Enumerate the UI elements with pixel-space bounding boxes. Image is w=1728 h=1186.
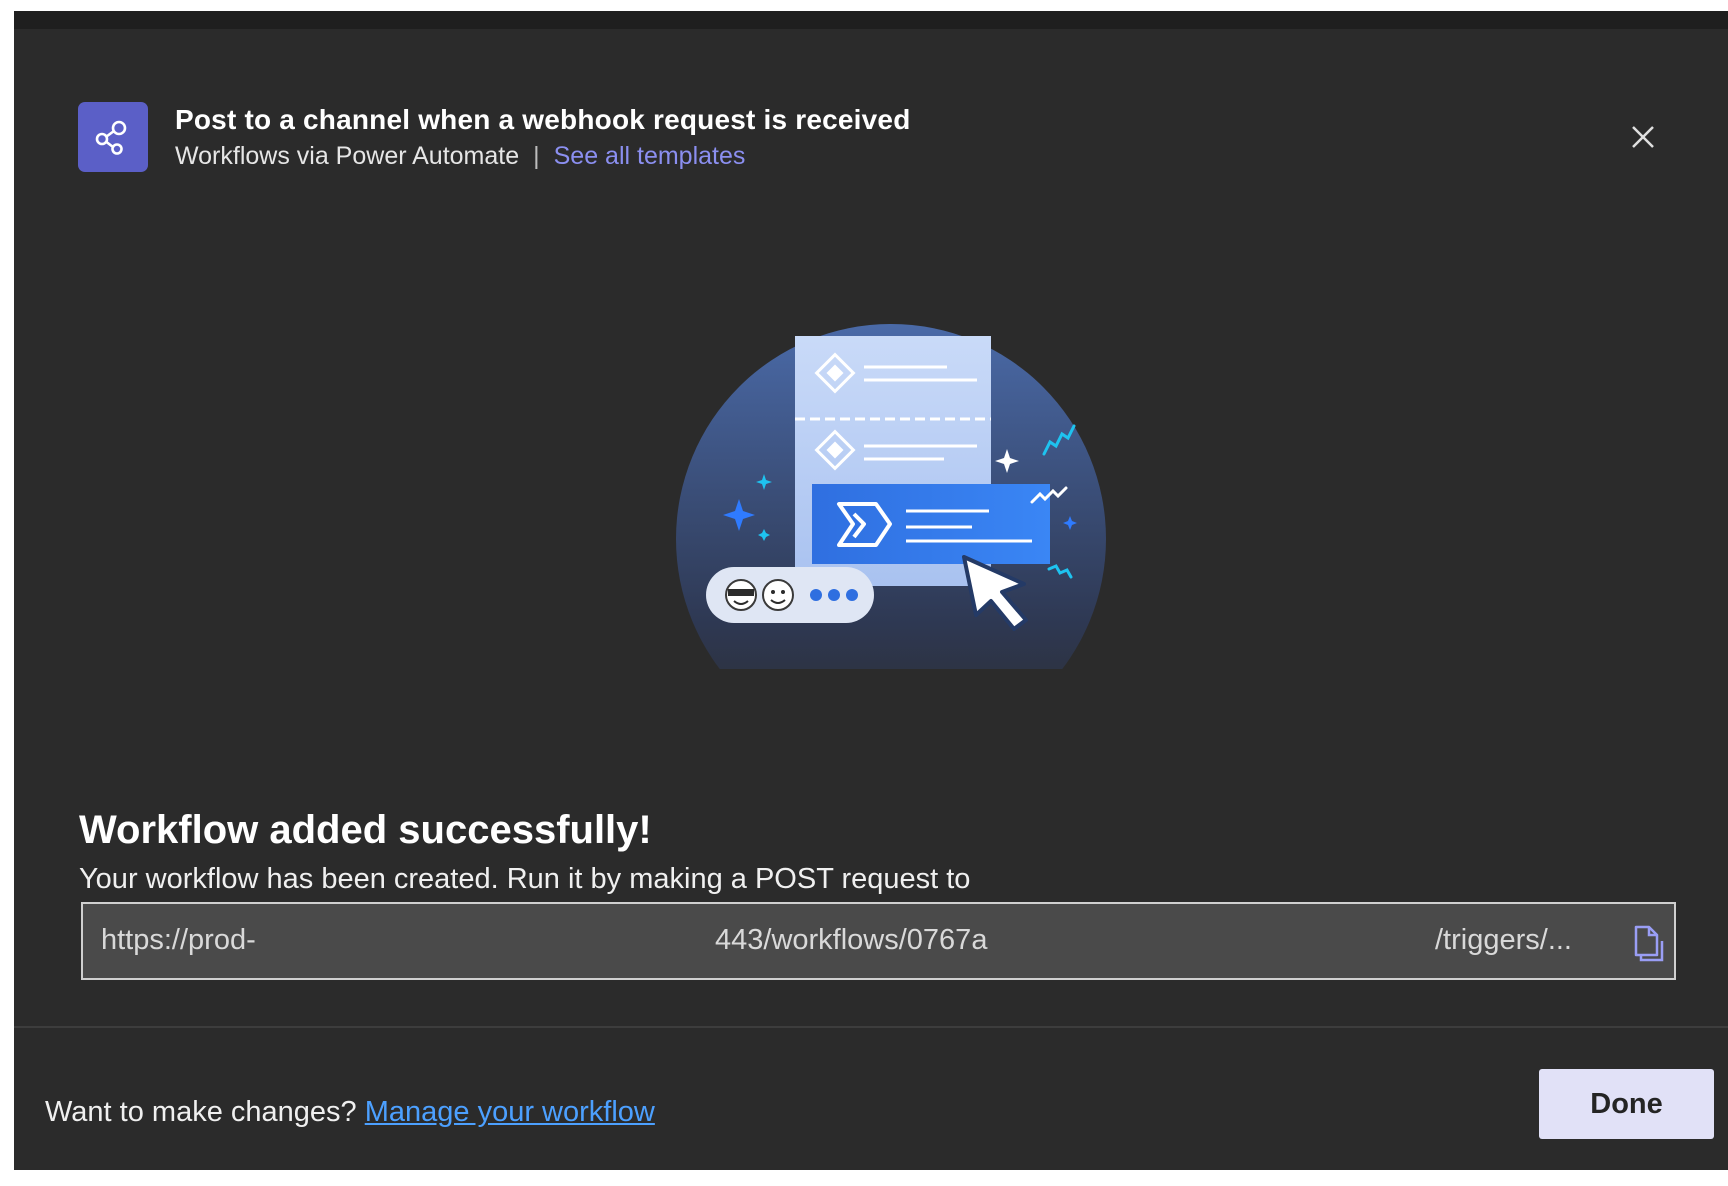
url-part-path: 443/workflows/0767a xyxy=(715,924,988,956)
workflow-dialog: Post to a channel when a webhook request… xyxy=(14,11,1728,1170)
footer-divider xyxy=(14,1026,1728,1028)
close-icon xyxy=(1632,126,1654,148)
webhook-url-field[interactable]: https://prod- 443/workflows/0767a /trigg… xyxy=(81,902,1676,980)
url-part-prefix: https://prod- xyxy=(101,924,256,956)
close-button[interactable] xyxy=(1623,117,1663,157)
dialog-title: Post to a channel when a webhook request… xyxy=(175,104,911,135)
url-part-trigger: /triggers/... xyxy=(1435,924,1572,956)
copy-icon xyxy=(1634,925,1664,962)
success-description: Your workflow has been created. Run it b… xyxy=(79,863,971,895)
see-all-templates-link[interactable]: See all templates xyxy=(554,142,746,170)
success-title: Workflow added successfully! xyxy=(79,808,652,852)
footer-prompt: Want to make changes? Manage your workfl… xyxy=(45,1096,655,1129)
workflow-illustration xyxy=(676,324,1106,669)
share-nodes-icon xyxy=(78,102,148,172)
dialog-header: Post to a channel when a webhook request… xyxy=(14,29,1728,194)
source-label: Workflows via Power Automate xyxy=(175,142,520,170)
footer-prompt-label: Want to make changes? xyxy=(45,1096,357,1128)
done-button[interactable]: Done xyxy=(1539,1069,1714,1139)
subtitle-separator: | xyxy=(533,142,540,170)
copy-url-button[interactable] xyxy=(1627,921,1667,963)
dialog-subtitle: Workflows via Power Automate | See all tem… xyxy=(175,142,745,171)
manage-workflow-link[interactable]: Manage your workflow xyxy=(365,1096,655,1128)
chat-bubble xyxy=(706,567,874,623)
